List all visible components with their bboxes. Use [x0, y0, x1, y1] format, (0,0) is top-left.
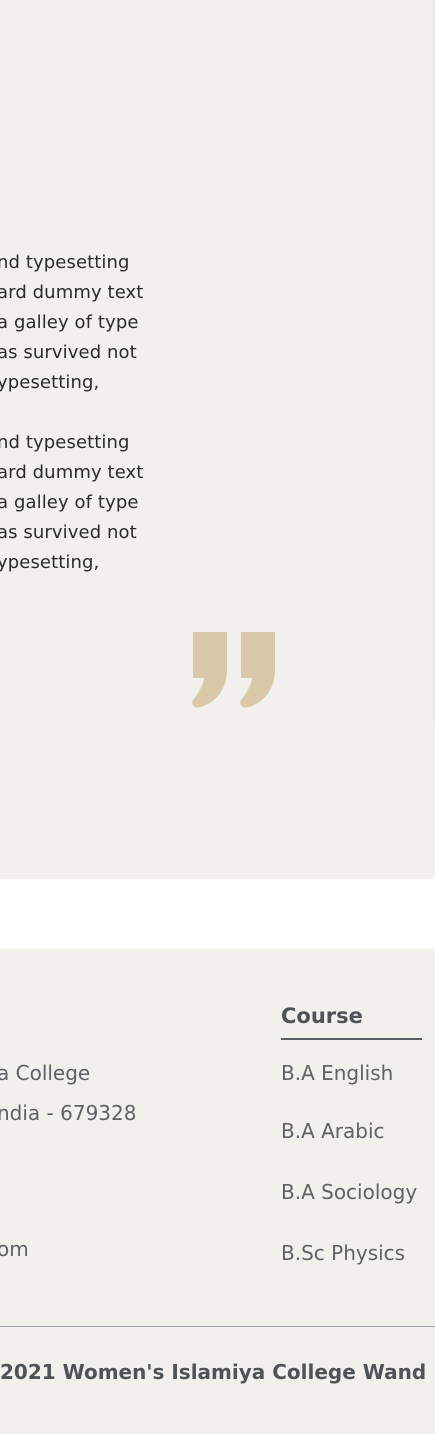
course-link-ba-sociology[interactable]: B.A Sociology	[281, 1180, 417, 1204]
paragraph-line: as survived not	[0, 522, 137, 543]
copyright-text: 2021 Women's Islamiya College Wand	[0, 1360, 427, 1384]
paragraph-line: ypesetting,	[0, 552, 100, 573]
paragraph-line: nd typesetting	[0, 432, 130, 453]
course-heading: Course	[281, 1004, 363, 1028]
footer-divider	[0, 1326, 435, 1327]
section-gap	[0, 879, 435, 949]
course-column: Course B.A English B.A Arabic B.A Sociol…	[281, 999, 435, 1265]
footer: a College ndia - 679328 om Course B.A En…	[0, 949, 435, 1434]
paragraph-line: ypesetting,	[0, 372, 100, 393]
course-link-bsc-physics[interactable]: B.Sc Physics	[281, 1241, 405, 1265]
paragraph-line: nd typesetting	[0, 252, 130, 273]
testimonial-paragraph-2: nd typesetting ard dummy text a galley o…	[0, 428, 257, 578]
paragraph-line: a galley of type	[0, 492, 139, 513]
course-link-ba-arabic[interactable]: B.A Arabic	[281, 1119, 385, 1143]
course-heading-underline	[281, 1038, 422, 1040]
email-link[interactable]: om	[0, 1237, 29, 1261]
course-link-ba-english[interactable]: B.A English	[281, 1061, 393, 1085]
testimonial-section: nd typesetting ard dummy text a galley o…	[0, 0, 435, 879]
testimonial-paragraph-1: nd typesetting ard dummy text a galley o…	[0, 248, 257, 398]
address-line-1: a College	[0, 1061, 91, 1085]
paragraph-line: ard dummy text	[0, 282, 144, 303]
paragraph-line: ard dummy text	[0, 462, 144, 483]
paragraph-line: as survived not	[0, 342, 137, 363]
page: nd typesetting ard dummy text a galley o…	[0, 0, 435, 1434]
paragraph-line: a galley of type	[0, 312, 139, 333]
closing-quote-icon	[192, 632, 275, 708]
address-line-2: ndia - 679328	[0, 1101, 137, 1125]
